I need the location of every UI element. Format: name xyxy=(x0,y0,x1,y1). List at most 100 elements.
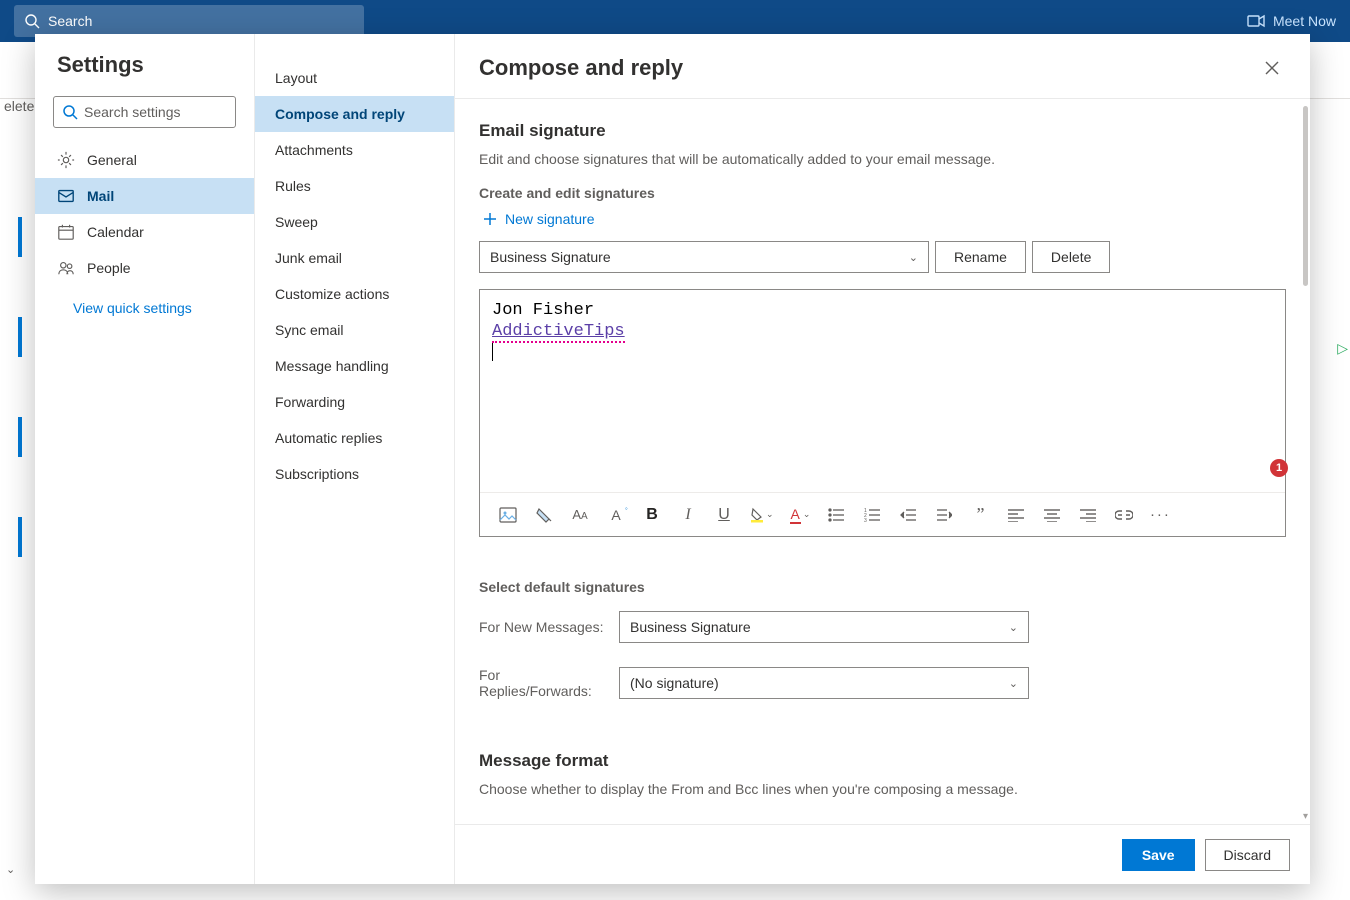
default-signatures-heading: Select default signatures xyxy=(479,579,1286,595)
sub-rules[interactable]: Rules xyxy=(255,168,454,204)
signature-description: Edit and choose signatures that will be … xyxy=(479,151,1286,167)
panel-title: Compose and reply xyxy=(479,55,683,81)
new-messages-label: For New Messages: xyxy=(479,619,607,635)
message-format-desc: Choose whether to display the From and B… xyxy=(479,781,1286,797)
replies-signature-select[interactable]: (No signature) ⌄ xyxy=(619,667,1029,699)
indent-button[interactable] xyxy=(934,505,954,525)
meet-now-button[interactable]: Meet Now xyxy=(1247,13,1336,29)
search-icon xyxy=(24,13,40,29)
nav-calendar[interactable]: Calendar xyxy=(35,214,254,250)
settings-detail-panel: Compose and reply ▾ Email signature Edit… xyxy=(455,34,1310,884)
link-icon xyxy=(1115,510,1133,520)
quote-icon: ” xyxy=(976,504,984,525)
align-right-button[interactable] xyxy=(1078,505,1098,525)
create-signatures-label: Create and edit signatures xyxy=(479,185,1286,201)
bold-button[interactable]: B xyxy=(642,505,662,525)
sub-layout[interactable]: Layout xyxy=(255,60,454,96)
sub-forwarding[interactable]: Forwarding xyxy=(255,384,454,420)
sub-message-handling[interactable]: Message handling xyxy=(255,348,454,384)
highlight-icon xyxy=(750,507,764,523)
settings-nav: Settings Search settings General Mail Ca… xyxy=(35,34,255,884)
format-painter-icon xyxy=(536,507,552,523)
save-button[interactable]: Save xyxy=(1122,839,1195,871)
settings-modal: Settings Search settings General Mail Ca… xyxy=(35,34,1310,884)
play-icon: ▷ xyxy=(1337,340,1348,357)
more-icon: ··· xyxy=(1150,506,1171,523)
sub-attachments[interactable]: Attachments xyxy=(255,132,454,168)
gear-icon xyxy=(57,151,75,169)
panel-body: Email signature Edit and choose signatur… xyxy=(455,99,1310,824)
mail-subnav: Layout Compose and reply Attachments Rul… xyxy=(255,34,455,884)
search-placeholder: Search xyxy=(48,13,92,29)
new-messages-signature-select[interactable]: Business Signature ⌄ xyxy=(619,611,1029,643)
replies-forwards-label: For Replies/Forwards: xyxy=(479,667,607,699)
highlight-button[interactable]: ⌄ xyxy=(750,505,774,525)
chevron-down-icon: ⌄ xyxy=(803,509,811,520)
panel-header: Compose and reply xyxy=(455,34,1310,99)
global-search-input[interactable]: Search xyxy=(14,5,364,37)
rename-button[interactable]: Rename xyxy=(935,241,1026,273)
close-icon xyxy=(1265,61,1279,75)
quote-button[interactable]: ” xyxy=(970,505,990,525)
settings-title: Settings xyxy=(35,52,254,96)
sub-sweep[interactable]: Sweep xyxy=(255,204,454,240)
align-center-button[interactable] xyxy=(1042,505,1062,525)
sub-customize-actions[interactable]: Customize actions xyxy=(255,276,454,312)
font-family-button[interactable]: AA xyxy=(570,505,590,525)
indent-icon xyxy=(936,508,952,522)
chevron-down-icon: ⌄ xyxy=(1009,677,1018,690)
people-icon xyxy=(57,259,75,277)
discard-button[interactable]: Discard xyxy=(1205,839,1290,871)
signature-link[interactable]: AddictiveTips xyxy=(492,322,625,343)
bullets-button[interactable] xyxy=(826,505,846,525)
sub-junk-email[interactable]: Junk email xyxy=(255,240,454,276)
sub-subscriptions[interactable]: Subscriptions xyxy=(255,456,454,492)
signature-text-line1: Jon Fisher xyxy=(492,301,594,320)
chevron-down-icon: ⌄ xyxy=(1009,621,1018,634)
editor-toolbar: AA A◦ B I U ⌄ A⌄ 123 ” ··· xyxy=(480,492,1285,536)
align-right-icon xyxy=(1080,508,1096,522)
mail-icon xyxy=(57,187,75,205)
chevron-down-icon: ⌄ xyxy=(766,509,774,520)
chevron-down-icon: ⌄ xyxy=(909,251,918,264)
nav-people[interactable]: People xyxy=(35,250,254,286)
plus-icon xyxy=(483,212,497,226)
delete-button[interactable]: Delete xyxy=(1032,241,1110,273)
nav-general[interactable]: General xyxy=(35,142,254,178)
signature-editor[interactable]: Jon Fisher AddictiveTips AA A◦ B I U ⌄ A… xyxy=(479,289,1286,537)
align-center-icon xyxy=(1044,508,1060,522)
settings-search-input[interactable]: Search settings xyxy=(53,96,236,128)
more-options-button[interactable]: ··· xyxy=(1150,505,1170,525)
align-left-icon xyxy=(1008,508,1024,522)
message-format-heading: Message format xyxy=(479,751,1286,771)
outdent-icon xyxy=(900,508,916,522)
chevron-icon: ⌄ xyxy=(6,863,15,876)
sub-sync-email[interactable]: Sync email xyxy=(255,312,454,348)
insert-image-button[interactable] xyxy=(498,505,518,525)
underline-button[interactable]: U xyxy=(714,505,734,525)
font-color-button[interactable]: A⌄ xyxy=(790,505,811,525)
view-quick-settings-link[interactable]: View quick settings xyxy=(35,286,254,316)
italic-button[interactable]: I xyxy=(678,505,698,525)
sub-automatic-replies[interactable]: Automatic replies xyxy=(255,420,454,456)
format-painter-button[interactable] xyxy=(534,505,554,525)
panel-footer: Save Discard xyxy=(455,824,1310,884)
new-signature-button[interactable]: New signature xyxy=(483,211,1286,227)
align-left-button[interactable] xyxy=(1006,505,1026,525)
image-icon xyxy=(499,507,517,523)
search-icon xyxy=(62,104,78,120)
notification-badge[interactable]: 1 xyxy=(1270,459,1288,477)
camera-icon xyxy=(1247,14,1265,28)
outdent-button[interactable] xyxy=(898,505,918,525)
text-cursor xyxy=(492,343,493,361)
insert-link-button[interactable] xyxy=(1114,505,1134,525)
close-button[interactable] xyxy=(1258,54,1286,82)
signature-select[interactable]: Business Signature ⌄ xyxy=(479,241,929,273)
svg-text:3: 3 xyxy=(864,518,867,522)
numbered-list-button[interactable]: 123 xyxy=(862,505,882,525)
editor-content[interactable]: Jon Fisher AddictiveTips xyxy=(480,290,1285,492)
font-size-button[interactable]: A◦ xyxy=(606,505,626,525)
sub-compose-reply[interactable]: Compose and reply xyxy=(255,96,454,132)
email-signature-heading: Email signature xyxy=(479,121,1286,141)
nav-mail[interactable]: Mail xyxy=(35,178,254,214)
